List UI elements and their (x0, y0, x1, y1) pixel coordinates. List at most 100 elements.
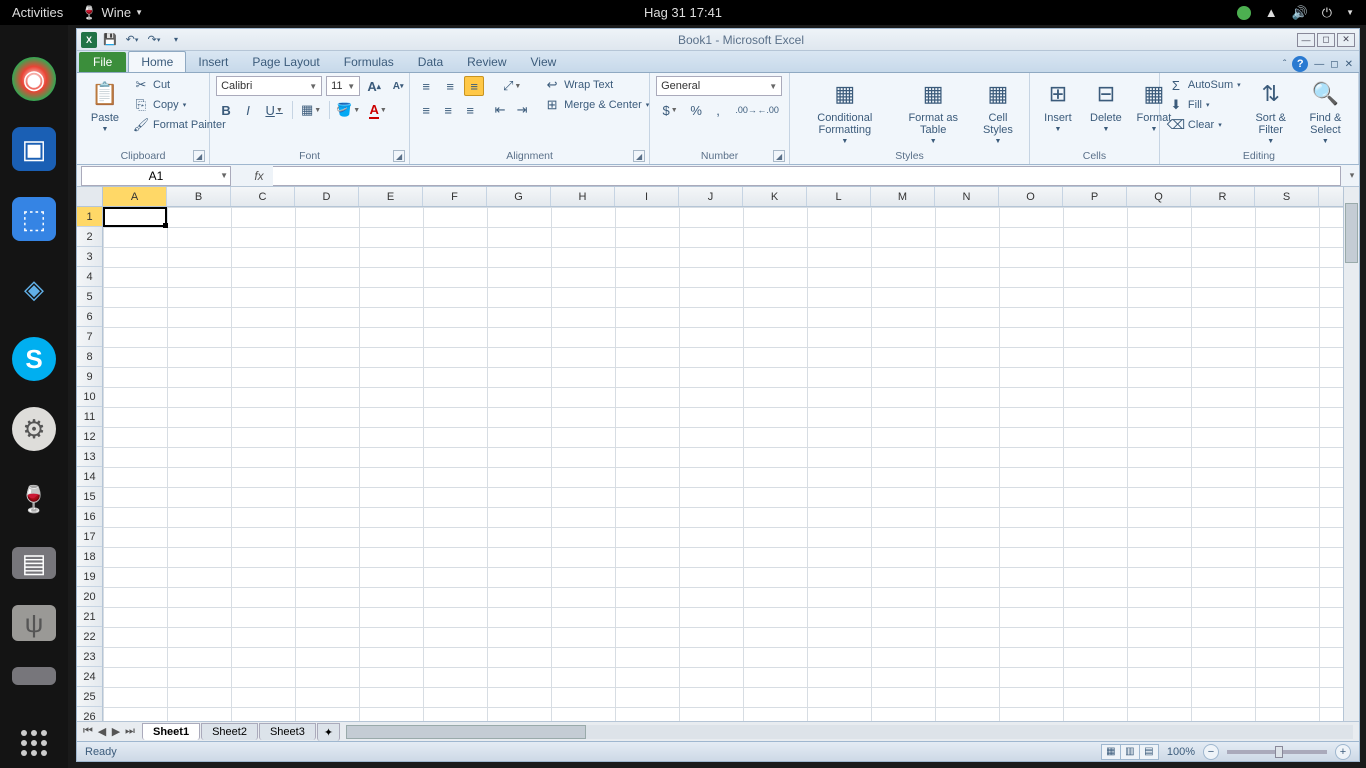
vertical-scrollbar[interactable] (1343, 187, 1359, 721)
orientation-button[interactable]: ⤢▼ (498, 76, 526, 96)
sheet-nav-last[interactable]: ⏭ (123, 725, 137, 738)
row-header-22[interactable]: 22 (77, 627, 102, 647)
column-header-C[interactable]: C (231, 187, 295, 206)
dock-virtualbox[interactable]: ▣ (12, 127, 56, 171)
qat-customize[interactable]: ▾ (167, 31, 185, 49)
row-header-17[interactable]: 17 (77, 527, 102, 547)
volume-icon[interactable]: 🔊 (1292, 5, 1308, 21)
qat-undo[interactable]: ↶▾ (123, 31, 141, 49)
row-header-19[interactable]: 19 (77, 567, 102, 587)
dock-drive[interactable] (12, 667, 56, 685)
sheet-nav-next[interactable]: ▶ (109, 725, 123, 738)
row-header-11[interactable]: 11 (77, 407, 102, 427)
dock-settings[interactable]: ⚙ (12, 407, 56, 451)
increase-font-button[interactable]: A▴ (364, 76, 384, 96)
font-dialog-launcher[interactable]: ◢ (393, 150, 405, 162)
row-header-7[interactable]: 7 (77, 327, 102, 347)
row-header-12[interactable]: 12 (77, 427, 102, 447)
column-header-A[interactable]: A (103, 187, 167, 206)
accounting-format-button[interactable]: $▼ (656, 100, 684, 120)
column-header-E[interactable]: E (359, 187, 423, 206)
italic-button[interactable]: I (238, 100, 258, 120)
formula-input[interactable] (273, 166, 1341, 186)
column-header-M[interactable]: M (871, 187, 935, 206)
activities-button[interactable]: Activities (12, 5, 63, 20)
row-header-2[interactable]: 2 (77, 227, 102, 247)
active-cell[interactable] (103, 207, 167, 227)
format-as-table-button[interactable]: ▦Format as Table▼ (897, 76, 969, 147)
tab-home[interactable]: Home (128, 51, 186, 72)
column-header-S[interactable]: S (1255, 187, 1319, 206)
dock-skype[interactable]: S (12, 337, 56, 381)
align-bottom-button[interactable]: ≡ (464, 76, 484, 96)
power-icon[interactable]: ⏻ (1322, 5, 1332, 21)
maximize-button[interactable]: ◻ (1317, 33, 1335, 47)
expand-formula-bar[interactable]: ▾ (1345, 170, 1359, 181)
number-format-combo[interactable]: General▼ (656, 76, 782, 96)
row-header-18[interactable]: 18 (77, 547, 102, 567)
row-header-5[interactable]: 5 (77, 287, 102, 307)
column-header-B[interactable]: B (167, 187, 231, 206)
increase-indent-button[interactable]: ⇥ (512, 100, 532, 120)
delete-cells-button[interactable]: ⊟Delete▼ (1084, 76, 1128, 135)
tab-insert[interactable]: Insert (186, 52, 240, 72)
border-button[interactable]: ▦▼ (297, 100, 325, 120)
file-tab[interactable]: File (79, 52, 126, 72)
find-select-button[interactable]: 🔍Find & Select▼ (1299, 76, 1352, 147)
row-header-23[interactable]: 23 (77, 647, 102, 667)
alignment-dialog-launcher[interactable]: ◢ (633, 150, 645, 162)
sheet-tab-2[interactable]: Sheet2 (201, 723, 258, 740)
zoom-level[interactable]: 100% (1167, 746, 1195, 758)
dock-usb[interactable]: ψ (12, 605, 56, 641)
show-applications[interactable] (21, 730, 47, 756)
sheet-nav-first[interactable]: ⏮ (81, 725, 95, 738)
workbook-minimize[interactable]: — (1314, 59, 1324, 70)
decrease-font-button[interactable]: A▾ (388, 76, 408, 96)
sheet-nav-prev[interactable]: ◀ (95, 725, 109, 738)
horizontal-scrollbar[interactable] (346, 725, 1353, 739)
column-header-D[interactable]: D (295, 187, 359, 206)
app-menu[interactable]: 🍷 Wine ▼ (81, 5, 143, 21)
row-header-16[interactable]: 16 (77, 507, 102, 527)
underline-button[interactable]: U▼ (260, 100, 288, 120)
dock-screenshot[interactable]: ⬚ (12, 197, 56, 241)
row-header-13[interactable]: 13 (77, 447, 102, 467)
sort-filter-button[interactable]: ⇅Sort & Filter▼ (1247, 76, 1295, 147)
row-header-21[interactable]: 21 (77, 607, 102, 627)
tab-review[interactable]: Review (455, 52, 518, 72)
font-size-combo[interactable]: 11▼ (326, 76, 360, 96)
dock-wine[interactable]: 🍷 (12, 477, 56, 521)
clock[interactable]: Hag 31 17:41 (644, 5, 722, 20)
zoom-out-button[interactable]: − (1203, 744, 1219, 760)
help-icon[interactable]: ? (1292, 56, 1308, 72)
name-box[interactable]: A1▼ (81, 166, 231, 186)
dock-vbox-mgr[interactable]: ◈ (12, 267, 56, 311)
autosum-button[interactable]: ΣAutoSum▾ (1166, 76, 1243, 94)
fill-button[interactable]: ⬇Fill▾ (1166, 96, 1243, 114)
dock-chrome[interactable]: ◉ (12, 57, 56, 101)
align-middle-button[interactable]: ≡ (440, 76, 460, 96)
minimize-button[interactable]: — (1297, 33, 1315, 47)
align-left-button[interactable]: ≡ (416, 100, 436, 120)
zoom-slider[interactable] (1227, 750, 1327, 754)
view-page-layout-button[interactable]: ▥ (1120, 744, 1140, 760)
row-header-1[interactable]: 1 (77, 207, 102, 227)
wifi-icon[interactable]: ▲ (1265, 5, 1278, 20)
decrease-decimal-button[interactable]: ←.00 (758, 100, 778, 120)
cell-styles-button[interactable]: ▦Cell Styles▼ (973, 76, 1023, 147)
column-header-I[interactable]: I (615, 187, 679, 206)
column-header-Q[interactable]: Q (1127, 187, 1191, 206)
select-all-corner[interactable] (77, 187, 103, 206)
column-header-N[interactable]: N (935, 187, 999, 206)
new-sheet-button[interactable]: ✦ (317, 723, 340, 741)
view-normal-button[interactable]: ▦ (1101, 744, 1121, 760)
decrease-indent-button[interactable]: ⇤ (490, 100, 510, 120)
row-header-14[interactable]: 14 (77, 467, 102, 487)
row-header-9[interactable]: 9 (77, 367, 102, 387)
align-center-button[interactable]: ≡ (438, 100, 458, 120)
align-top-button[interactable]: ≡ (416, 76, 436, 96)
column-header-R[interactable]: R (1191, 187, 1255, 206)
zoom-in-button[interactable]: + (1335, 744, 1351, 760)
qat-redo[interactable]: ↷▾ (145, 31, 163, 49)
increase-decimal-button[interactable]: .00→ (736, 100, 756, 120)
